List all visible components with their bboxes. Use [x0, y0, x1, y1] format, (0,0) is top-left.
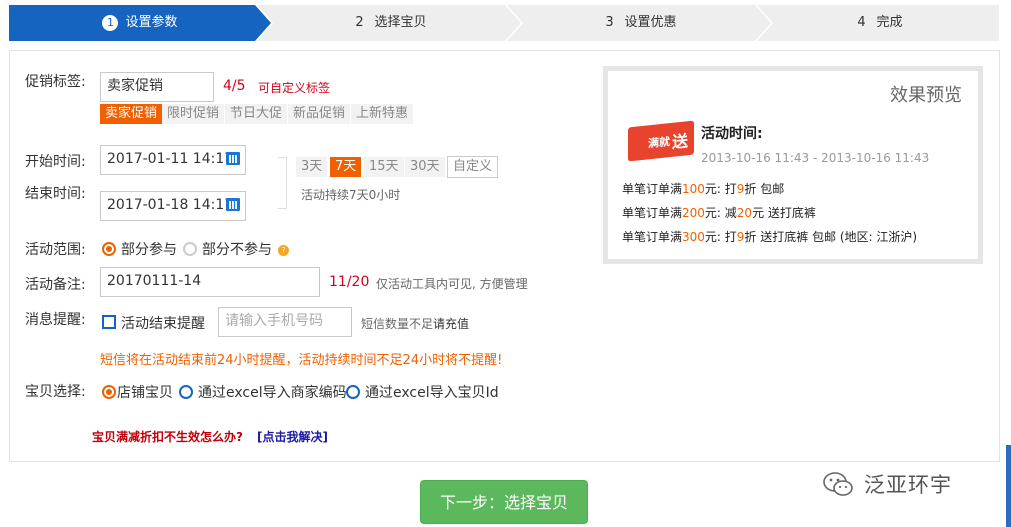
rule-middle: 元: 打 — [704, 230, 737, 244]
step-set-discount[interactable]: 3 设置优惠 — [507, 5, 771, 41]
sms-warning: 短信将在活动结束前24小时提醒，活动持续时间不足24小时将不提醒! — [100, 353, 503, 368]
step-number: 3 — [605, 15, 614, 30]
preview-time-label: 活动时间: — [701, 126, 763, 142]
duration-30d[interactable]: 30天 — [405, 157, 445, 177]
preset-tag-festival[interactable]: 节日大促 — [225, 104, 288, 124]
remark-label: 活动备注: — [25, 277, 86, 293]
promo-tag-input[interactable]: 卖家促销 — [100, 72, 214, 102]
preset-tag-limited[interactable]: 限时促销 — [162, 104, 225, 124]
step-label: 设置优惠 — [624, 15, 677, 30]
preset-tag-new[interactable]: 新品促销 — [288, 104, 351, 124]
end-time-label: 结束时间: — [25, 186, 86, 202]
start-time-input[interactable]: 2017-01-11 14:17 — [100, 145, 246, 175]
end-time-input[interactable]: 2017-01-18 14:17 — [100, 191, 246, 221]
custom-tag-hint: 可自定义标签 — [258, 81, 331, 95]
duration-note: 活动持续7天0小时 — [301, 188, 401, 202]
rule-amount: 300 — [682, 230, 705, 244]
effect-preview: 效果预览 满就 送 活动时间: 2013-10-16 11:43 - 2013-… — [603, 66, 983, 264]
time-bracket — [278, 157, 287, 209]
rule-number: 20 — [736, 206, 753, 220]
step-finish[interactable]: 4 完成 — [757, 5, 999, 41]
duration-custom[interactable]: 自定义 — [447, 156, 499, 178]
wechat-icon — [823, 472, 853, 496]
rule-middle: 元: 打 — [704, 182, 737, 196]
end-time-value: 2017-01-18 14:17 — [107, 197, 234, 213]
notify-label: 消息提醒: — [25, 312, 86, 328]
notify-checkbox-label[interactable]: 活动结束提醒 — [121, 313, 205, 333]
preview-title: 效果预览 — [890, 85, 962, 106]
rule-amount: 100 — [682, 182, 705, 196]
duration-3d[interactable]: 3天 — [296, 157, 328, 177]
scope-label: 活动范围: — [25, 242, 86, 258]
faq-question: 宝贝满减折扣不生效怎么办? — [92, 430, 243, 444]
items-excel-code-radio[interactable] — [179, 385, 193, 399]
watermark-text: 泛亚环宇 — [864, 473, 952, 497]
phone-input[interactable]: 请输入手机号码 — [218, 307, 352, 337]
rule-suffix: 折 包邮 — [744, 182, 785, 196]
scope-partial-label[interactable]: 部分参与 — [121, 239, 177, 259]
step-label: 完成 — [876, 15, 903, 30]
preset-tag-seller[interactable]: 卖家促销 — [100, 104, 163, 124]
preview-time-range: 2013-10-16 11:43 - 2013-10-16 11:43 — [701, 151, 930, 165]
preset-tag-launch[interactable]: 上新特惠 — [351, 104, 414, 124]
step-number: 4 — [857, 15, 866, 30]
items-shop-radio[interactable] — [102, 385, 116, 399]
step-number: 2 — [355, 15, 364, 30]
sms-note: 短信数量不足 — [361, 317, 434, 331]
rule-row: 单笔订单满100元: 打9折 包邮 — [622, 180, 784, 197]
scrollbar[interactable] — [1006, 445, 1011, 527]
scope-exclude-label[interactable]: 部分不参与 — [202, 239, 272, 259]
badge-small-text: 满就 — [648, 135, 670, 151]
step-number: 1 — [102, 15, 118, 31]
items-excel-id-radio[interactable] — [346, 385, 360, 399]
rule-amount: 200 — [682, 206, 705, 220]
help-icon[interactable]: ? — [278, 245, 289, 256]
rule-row: 单笔订单满300元: 打9折 送打底裤 包邮 (地区: 江浙沪) — [622, 228, 917, 245]
rule-suffix: 折 送打底裤 包邮 (地区: 江浙沪) — [744, 230, 918, 244]
items-excel-id-label[interactable]: 通过excel导入宝贝Id — [365, 382, 499, 402]
scope-exclude-radio[interactable] — [183, 242, 197, 256]
calendar-icon[interactable] — [226, 152, 240, 165]
progress-stepper: 1 设置参数 2 选择宝贝 3 设置优惠 4 完成 — [9, 5, 999, 41]
rule-prefix: 单笔订单满 — [622, 182, 683, 196]
rule-suffix: 元 送打底裤 — [752, 206, 816, 220]
next-step-button[interactable]: 下一步：选择宝贝 — [420, 480, 588, 524]
calendar-icon[interactable] — [226, 198, 240, 211]
remark-hint: 仅活动工具内可见, 方便管理 — [376, 277, 528, 291]
notify-checkbox[interactable] — [102, 315, 116, 329]
watermark: 泛亚环宇 — [820, 462, 952, 506]
items-excel-code-label[interactable]: 通过excel导入商家编码 — [198, 382, 347, 402]
faq-link[interactable]: [点击我解决] — [257, 428, 328, 445]
recharge-link[interactable]: 请充值 — [433, 315, 469, 332]
rule-prefix: 单笔订单满 — [622, 230, 683, 244]
step-label: 选择宝贝 — [374, 15, 427, 30]
step-select-items[interactable]: 2 选择宝贝 — [257, 5, 521, 41]
start-time-label: 开始时间: — [25, 154, 86, 170]
rule-middle: 元: 减 — [704, 206, 737, 220]
rule-prefix: 单笔订单满 — [622, 206, 683, 220]
badge-big-text: 送 — [672, 131, 689, 152]
duration-15d[interactable]: 15天 — [364, 157, 404, 177]
step-set-params[interactable]: 1 设置参数 — [9, 5, 271, 41]
start-time-value: 2017-01-11 14:17 — [107, 151, 234, 167]
items-shop-label[interactable]: 店铺宝贝 — [117, 382, 173, 402]
duration-7d[interactable]: 7天 — [330, 157, 362, 177]
remark-count: 11/20 — [329, 274, 370, 290]
rule-row: 单笔订单满200元: 减20元 送打底裤 — [622, 204, 816, 221]
scope-partial-radio[interactable] — [102, 242, 116, 256]
step-label: 设置参数 — [125, 15, 178, 30]
promo-tag-label: 促销标签: — [25, 74, 86, 90]
remark-input[interactable]: 20170111-14 — [100, 267, 320, 297]
promo-tag-count: 4/5 — [223, 78, 246, 94]
items-label: 宝贝选择: — [25, 384, 86, 400]
full-gift-badge-icon: 满就 送 — [628, 120, 694, 162]
